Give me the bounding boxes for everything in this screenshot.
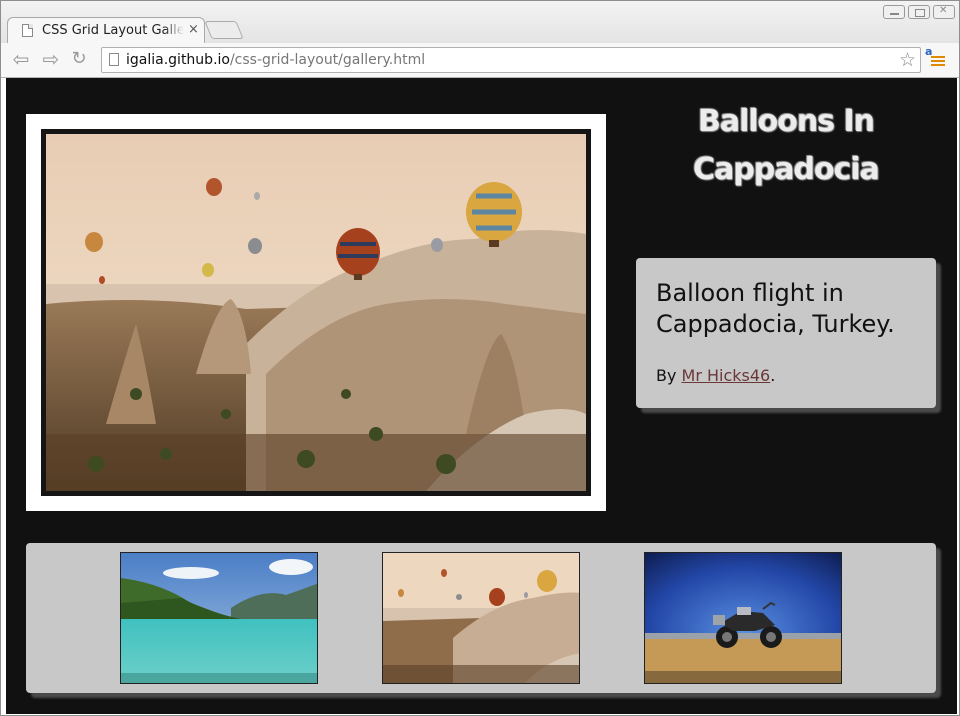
address-bar[interactable]: igalia.github.io/css-grid-layout/gallery… <box>101 47 921 73</box>
window-controls <box>883 5 955 19</box>
url-host: igalia.github.io <box>126 52 230 68</box>
author-link[interactable]: Mr Hicks46 <box>682 366 771 385</box>
credit-prefix: By <box>656 366 682 385</box>
caption-panel: Balloon flight in Cappadocia, Turkey. By… <box>636 258 936 408</box>
cappadocia-balloons-image <box>46 134 586 491</box>
reload-icon[interactable]: ↻ <box>67 48 91 70</box>
forward-arrow-icon[interactable]: ⇨ <box>39 48 63 70</box>
thumbnail-motorcycle[interactable] <box>644 552 842 684</box>
maximize-button[interactable] <box>908 5 930 19</box>
thumbnail-balloons[interactable] <box>382 552 580 684</box>
motorcycle-image <box>645 553 841 683</box>
browser-window: CSS Grid Layout Galle × ⇦ ⇨ ↻ igalia.git… <box>0 0 960 716</box>
page-icon <box>109 53 119 66</box>
image-caption: Balloon flight in Cappadocia, Turkey. <box>656 279 895 338</box>
balloons-thumbnail-image <box>383 553 579 683</box>
thumbnail-strip <box>26 543 936 693</box>
browser-toolbar: ⇦ ⇨ ↻ igalia.github.io/css-grid-layout/g… <box>1 43 959 78</box>
extension-menu-button[interactable]: a <box>925 45 951 73</box>
minimize-button[interactable] <box>883 5 905 19</box>
url-path: /css-grid-layout/gallery.html <box>229 52 426 68</box>
new-tab-button[interactable] <box>204 21 244 39</box>
tab-strip: CSS Grid Layout Galle × <box>1 1 959 43</box>
back-arrow-icon[interactable]: ⇦ <box>9 48 33 70</box>
url-text[interactable]: igalia.github.io/css-grid-layout/gallery… <box>126 52 425 68</box>
browser-tab-active[interactable]: CSS Grid Layout Galle × <box>7 17 205 43</box>
main-image-frame <box>26 114 606 511</box>
page-favicon-icon <box>22 24 33 37</box>
credit-suffix: . <box>770 366 776 385</box>
lake-image <box>121 553 317 683</box>
tab-close-icon[interactable]: × <box>188 22 199 37</box>
title-line-1: Balloons In <box>697 104 875 139</box>
tab-title: CSS Grid Layout Galle <box>42 23 184 38</box>
page-viewport: Balloons In Cappadocia Balloon flight in… <box>6 78 957 714</box>
menu-bars-icon <box>931 56 945 68</box>
close-window-button[interactable] <box>933 5 955 19</box>
main-photo <box>41 129 591 496</box>
thumbnail-lake[interactable] <box>120 552 318 684</box>
image-credit: By Mr Hicks46. <box>656 366 916 385</box>
bookmark-star-icon[interactable]: ☆ <box>899 49 916 71</box>
title-line-2: Cappadocia <box>693 152 880 187</box>
page-title: Balloons In Cappadocia <box>636 98 936 194</box>
